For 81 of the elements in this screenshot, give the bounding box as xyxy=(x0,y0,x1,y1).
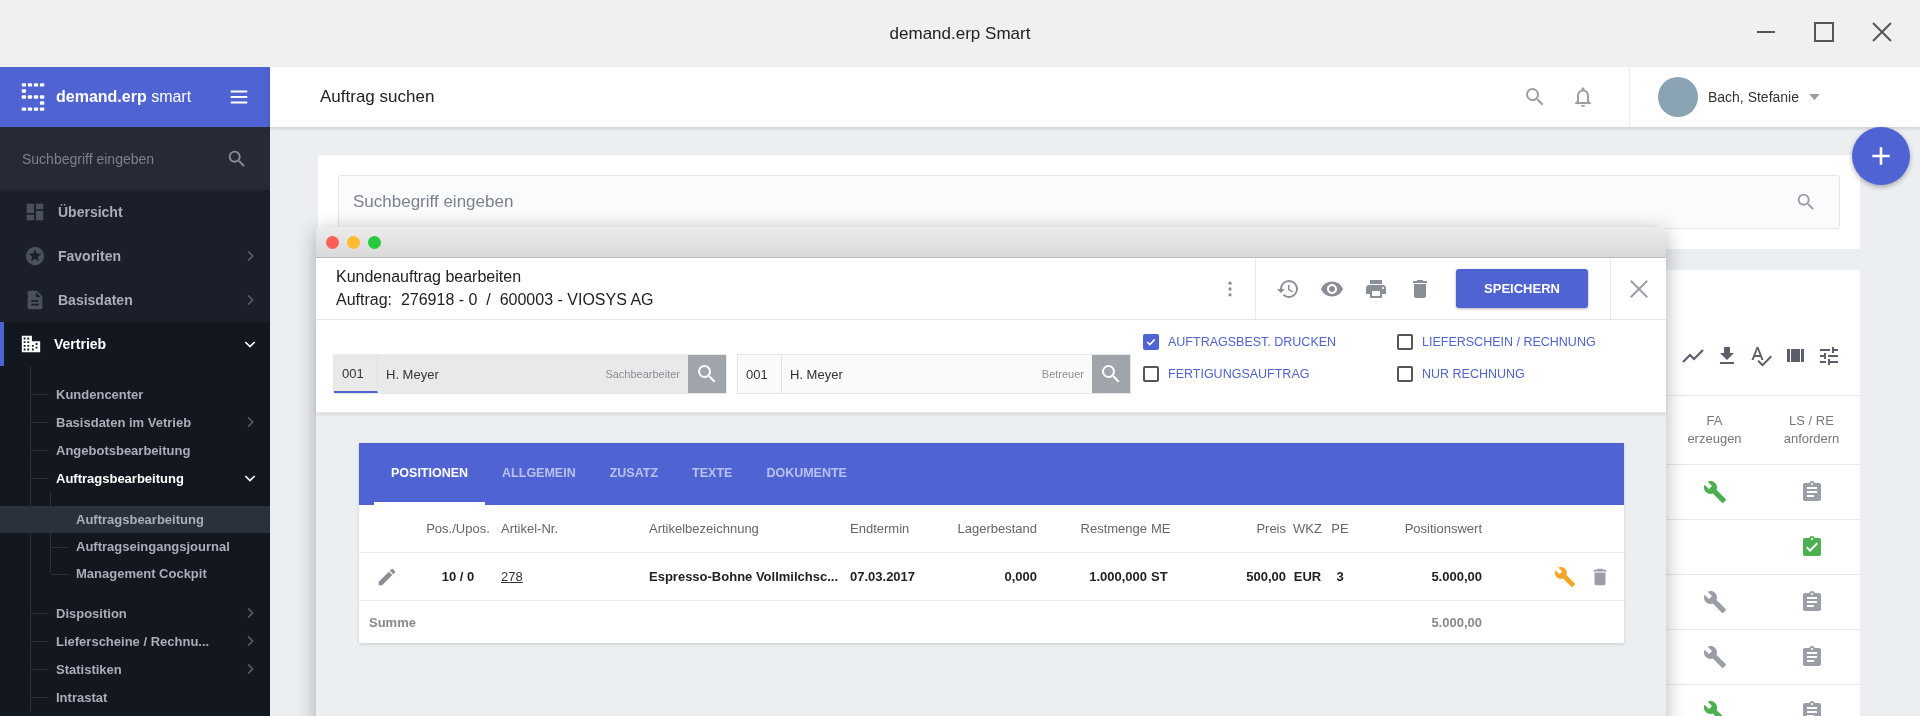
table-cell: EUR xyxy=(1290,553,1325,601)
person-field[interactable]: 001 H. Meyer Sachbearbeiter xyxy=(333,354,727,394)
search-input[interactable]: Suchbegriff eingeben xyxy=(351,191,1795,213)
sidebar-subitem[interactable]: Auftragsbearbeitung xyxy=(0,506,270,533)
star-icon xyxy=(24,245,46,267)
user-name[interactable]: Bach, Stefanie xyxy=(1707,89,1799,105)
column-header: Endtermin xyxy=(850,505,954,553)
sidebar-subitem[interactable]: Kundencenter xyxy=(0,380,270,408)
sidebar-subitem[interactable]: Auftragsbearbeitung xyxy=(0,464,270,492)
column-header: ME xyxy=(1151,505,1201,553)
sidebar-subitem[interactable]: Intrastat xyxy=(0,683,270,711)
checkbox-label[interactable]: AUFTRAGSBEST. DRUCKEN xyxy=(1168,335,1337,349)
sidebar-subitem[interactable]: Statistiken xyxy=(0,655,270,683)
window-title: demand.erp Smart xyxy=(889,23,1031,44)
search-input[interactable]: Suchbegriff eingeben xyxy=(20,149,226,168)
add-button[interactable] xyxy=(1852,127,1910,185)
checkbox-label[interactable]: LIEFERSCHEIN / RECHNUNG xyxy=(1422,335,1596,349)
column-header: Lagerbestand xyxy=(954,505,1041,553)
wrench-icon[interactable] xyxy=(1554,565,1576,588)
caret-icon[interactable] xyxy=(1809,93,1820,101)
table-cell: Espresso-Bohne Vollmilchsc... xyxy=(649,553,850,601)
checkbox[interactable] xyxy=(1397,366,1413,382)
sidebar-subitem[interactable]: Basisdaten im Vetrieb xyxy=(0,408,270,436)
sidebar-subitem[interactable]: Auftragseingangsjournal xyxy=(0,533,270,560)
page-title: Auftrag suchen xyxy=(320,87,436,107)
table-cell: 07.03.2017 xyxy=(850,553,954,601)
checkbox[interactable] xyxy=(1143,366,1159,382)
search-icon[interactable] xyxy=(688,355,726,393)
checkbox-label[interactable]: NUR RECHNUNG xyxy=(1422,367,1525,381)
column-header: LS / RE anfordern xyxy=(1763,396,1860,465)
dialog-title: Kundenauftrag bearbeiten xyxy=(336,268,523,286)
avatar[interactable] xyxy=(1657,77,1698,117)
sidebar-item[interactable]: Übersicht xyxy=(0,190,270,234)
search-icon[interactable] xyxy=(1795,191,1817,213)
sum-label: Summe xyxy=(368,613,417,632)
spellcheck-icon[interactable] xyxy=(1749,344,1773,368)
table-cell: 10 / 0 xyxy=(415,553,501,601)
person-field[interactable]: 001 H. Meyer Betreuer xyxy=(737,354,1131,394)
search-icon[interactable] xyxy=(1092,355,1130,393)
building-icon xyxy=(20,333,42,355)
zoom-dot-icon[interactable] xyxy=(368,235,381,249)
save-button[interactable]: SPEICHERN xyxy=(1456,269,1588,308)
sum-value: 5.000,00 xyxy=(1430,613,1483,632)
sidebar-subitem[interactable]: Lieferscheine / Rechnu... xyxy=(0,627,270,655)
search-field[interactable]: Suchbegriff eingeben xyxy=(338,175,1840,229)
column-header: Positionswert xyxy=(1355,505,1486,553)
checkbox[interactable] xyxy=(1397,334,1413,350)
table-cell: 1.000,000 xyxy=(1041,553,1151,601)
column-header: Pos./Upos. xyxy=(415,505,501,553)
table-cell: 0,000 xyxy=(954,553,1041,601)
maximize-icon[interactable] xyxy=(1814,22,1834,42)
sidebar-item[interactable]: Basisdaten xyxy=(0,278,270,322)
brand-name: demand.erp smart xyxy=(56,88,193,106)
column-header: PE xyxy=(1325,505,1355,553)
search-field[interactable]: Suchbegriff eingeben xyxy=(0,127,270,190)
wrench-icon[interactable] xyxy=(1702,590,1727,614)
wrench-icon[interactable] xyxy=(1702,480,1727,504)
column-header: Restmenge xyxy=(1041,505,1151,553)
sliders-icon[interactable] xyxy=(1817,344,1841,368)
wrench-icon[interactable] xyxy=(1702,645,1727,669)
table-cell: 3 xyxy=(1325,553,1355,601)
close-icon[interactable] xyxy=(1872,22,1892,42)
dashboard-icon xyxy=(24,201,46,223)
column-header: Preis xyxy=(1201,505,1290,553)
column-header: Artikel-Nr. xyxy=(501,505,649,553)
column-header: WKZ xyxy=(1290,505,1325,553)
sidebar-subitem[interactable]: Disposition xyxy=(0,599,270,627)
sidebar-subitem[interactable]: Management Cockpit xyxy=(0,560,270,587)
table-cell: 500,00 xyxy=(1201,553,1290,601)
article-link[interactable]: 278 xyxy=(501,569,523,584)
sidebar-subitem[interactable]: Angebotsbearbeitung xyxy=(0,436,270,464)
sidebar-item[interactable]: Favoriten xyxy=(0,234,270,278)
logo-icon xyxy=(20,82,46,112)
table-cell: 5.000,00 xyxy=(1355,553,1486,601)
checkbox-label[interactable]: FERTIGUNGSAUFTRAG xyxy=(1168,367,1310,381)
order-subtitle: Auftrag: 276918 - 0 / 600003 - VIOSYS AG xyxy=(336,291,655,309)
close-dot-icon[interactable] xyxy=(326,235,339,249)
table-cell: ST xyxy=(1151,553,1201,601)
column-header: Artikelbezeichnung xyxy=(649,505,850,553)
tab[interactable]: POSITIONEN xyxy=(374,443,486,505)
minimize-dot-icon[interactable] xyxy=(347,235,360,249)
